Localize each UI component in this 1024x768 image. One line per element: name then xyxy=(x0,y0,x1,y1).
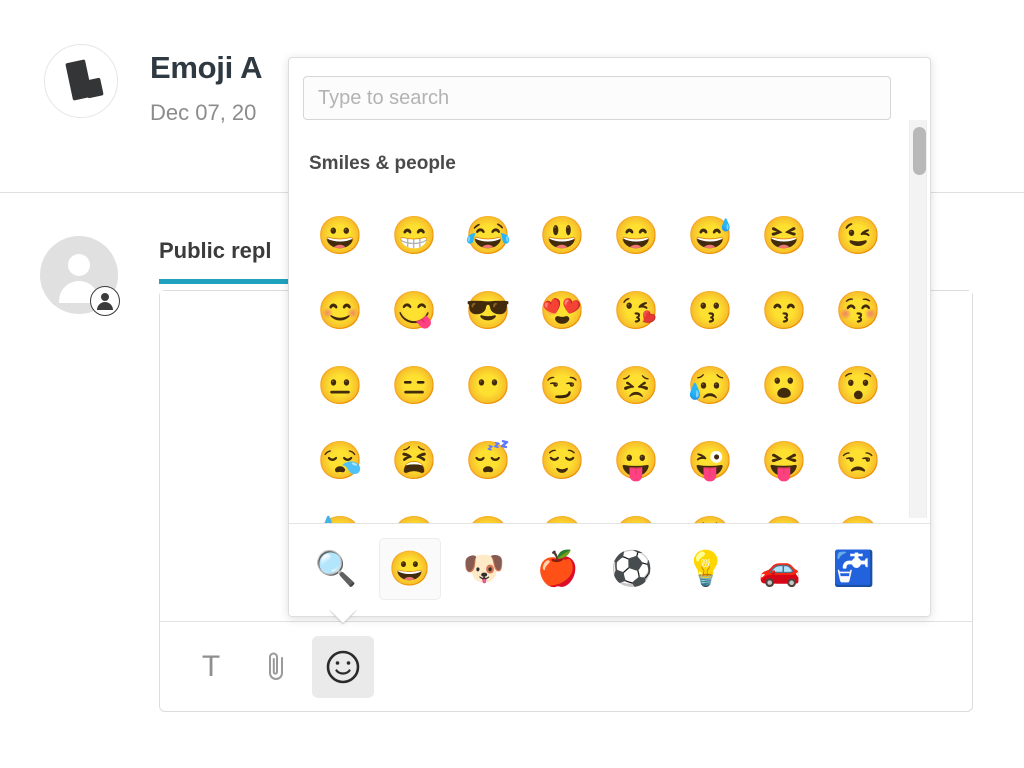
emoji-cell[interactable]: 😯 xyxy=(821,348,895,423)
smiley-face-icon xyxy=(326,650,360,684)
emoji-cell[interactable]: 😊 xyxy=(303,273,377,348)
emoji-category-heading: Smiles & people xyxy=(309,153,456,174)
emoji-cell[interactable]: 😫 xyxy=(377,423,451,498)
emoji-cell[interactable]: 😒 xyxy=(821,423,895,498)
emoji-cell[interactable]: 😎 xyxy=(451,273,525,348)
popup-arrow xyxy=(330,610,356,623)
emoji-cell[interactable]: 😅 xyxy=(673,198,747,273)
emoji-cell[interactable]: 😋 xyxy=(377,273,451,348)
emoji-cell[interactable]: 😉 xyxy=(821,198,895,273)
badge-head-shape xyxy=(101,293,109,301)
emoji-cell[interactable]: 😐 xyxy=(303,348,377,423)
emoji-search-bar xyxy=(289,58,930,138)
emoji-cell[interactable]: 😍 xyxy=(525,273,599,348)
emoji-cell[interactable]: 😘 xyxy=(599,273,673,348)
emoji-cell[interactable]: 😚 xyxy=(821,273,895,348)
emoji-cell[interactable]: 😖 xyxy=(821,498,895,523)
logo-shape-small xyxy=(84,77,104,99)
emoji-grid: 😀😁😂😃😄😅😆😉 😊😋😎😍😘😗😙😚 😐😑😶😏😣😥😮😯 😪😫😴😌😛😜😝😒 😓😔😕🙃🙂😟🙁😖 xyxy=(303,198,903,523)
scrollbar-thumb[interactable] xyxy=(913,127,926,175)
emoji-cell[interactable]: 😕 xyxy=(451,498,525,523)
emoji-cell[interactable]: 😟 xyxy=(673,498,747,523)
emoji-cell[interactable]: 🙂 xyxy=(599,498,673,523)
emoji-cell[interactable]: 😔 xyxy=(377,498,451,523)
page-title: Emoji A xyxy=(150,50,263,85)
emoji-scroll-area[interactable]: Smiles & people 😀 😁 😂 😃 😄 😅 😆 😉 😊 😋 😎 😍 😘 😗 😙 😚 😐 😑 😶 😏 😣 😥 😮 😯… xyxy=(289,138,914,523)
search-category-tab[interactable]: 🔍 xyxy=(305,538,367,600)
emoji-cell[interactable]: 😂 xyxy=(451,198,525,273)
text-format-icon: T xyxy=(201,650,221,683)
emoji-cell[interactable]: 🙁 xyxy=(747,498,821,523)
scrollbar-track[interactable] xyxy=(909,120,927,518)
emoji-cell[interactable]: 😃 xyxy=(525,198,599,273)
brand-logo-icon xyxy=(44,44,118,118)
emoji-cell[interactable]: 😪 xyxy=(303,423,377,498)
emoji-cell[interactable]: 😁 xyxy=(377,198,451,273)
food-category-tab[interactable]: 🍎 xyxy=(527,538,589,600)
text-format-button[interactable]: T xyxy=(180,636,242,698)
paperclip-icon xyxy=(269,652,283,680)
emoji-cell[interactable]: 😙 xyxy=(747,273,821,348)
emoji-cell[interactable]: 😗 xyxy=(673,273,747,348)
emoji-cell[interactable]: 😄 xyxy=(599,198,673,273)
tab-public-reply[interactable]: Public repl xyxy=(159,238,271,264)
emoji-cell[interactable]: 😌 xyxy=(525,423,599,498)
emoji-cell[interactable]: 😑 xyxy=(377,348,451,423)
travel-category-tab[interactable]: 🚗 xyxy=(749,538,811,600)
composer-toolbar: T xyxy=(160,621,972,711)
emoji-category-tabbar: 🔍 😀 🐶 🍎 ⚽ 💡 🚗 🚰 xyxy=(289,523,930,616)
emoji-cell[interactable]: 😀 xyxy=(303,198,377,273)
smileys-category-tab[interactable]: 😀 xyxy=(379,538,441,600)
emoji-cell[interactable]: 😓 xyxy=(303,498,377,523)
animals-category-tab[interactable]: 🐶 xyxy=(453,538,515,600)
emoji-cell[interactable]: 😆 xyxy=(747,198,821,273)
app-root: Emoji A Dec 07, 20 Public repl T Type to… xyxy=(0,0,1024,768)
emoji-cell[interactable]: 😣 xyxy=(599,348,673,423)
emoji-cell[interactable]: 🙃 xyxy=(525,498,599,523)
emoji-cell[interactable]: 😮 xyxy=(747,348,821,423)
emoji-cell[interactable]: 😥 xyxy=(673,348,747,423)
end-user-badge-icon xyxy=(90,286,120,316)
emoji-cell[interactable]: 😝 xyxy=(747,423,821,498)
emoji-cell[interactable]: 😛 xyxy=(599,423,673,498)
activity-category-tab[interactable]: ⚽ xyxy=(601,538,663,600)
emoji-cell[interactable]: 😴 xyxy=(451,423,525,498)
avatar xyxy=(40,236,120,316)
emoji-cell[interactable]: 😜 xyxy=(673,423,747,498)
emoji-picker-popup: Smiles & people 😀😁😂😃😄😅😆😉😊😋😎😍😘😗😙😚😐😑😶😏😣😥😮😯… xyxy=(288,57,931,617)
emoji-cell[interactable]: 😶 xyxy=(451,348,525,423)
emoji-cell[interactable]: 😏 xyxy=(525,348,599,423)
objects-category-tab[interactable]: 💡 xyxy=(675,538,737,600)
symbols-category-tab[interactable]: 🚰 xyxy=(823,538,885,600)
attach-file-button[interactable] xyxy=(245,636,307,698)
avatar-head-icon xyxy=(68,254,90,276)
emoji-picker-button[interactable] xyxy=(312,636,374,698)
page-date: Dec 07, 20 xyxy=(150,100,257,125)
search-input[interactable] xyxy=(303,76,891,120)
